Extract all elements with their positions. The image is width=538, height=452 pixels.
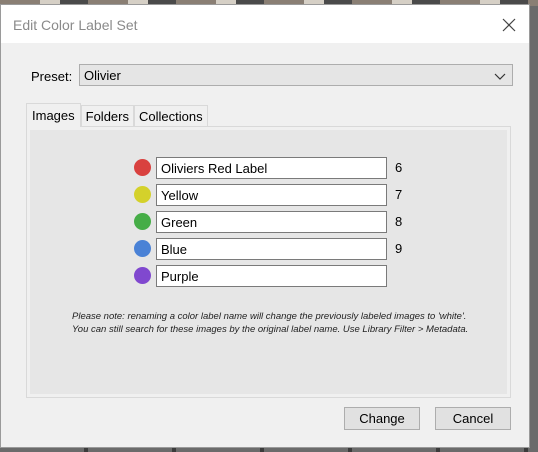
blue-shortcut: 9 (395, 241, 403, 256)
label-row-red: 6 (134, 157, 414, 179)
red-shortcut: 6 (395, 160, 403, 175)
label-row-yellow: 7 (134, 184, 414, 206)
close-button[interactable] (497, 13, 521, 37)
close-icon (502, 18, 516, 32)
red-label-name-field[interactable] (156, 157, 387, 179)
chevron-down-icon (494, 73, 506, 80)
change-button[interactable]: Change (344, 407, 420, 430)
label-row-green: 8 (134, 211, 414, 233)
tab-images[interactable]: Images (26, 103, 81, 127)
title-bar: Edit Color Label Set (1, 5, 529, 43)
cancel-button[interactable]: Cancel (435, 407, 511, 430)
green-dot-icon (134, 213, 151, 230)
green-shortcut: 8 (395, 214, 403, 229)
label-set-area: 6 7 8 9 Please note: (30, 130, 507, 394)
rename-note: Please note: renaming a color label name… (72, 311, 469, 335)
yellow-shortcut: 7 (395, 187, 403, 202)
tab-collections[interactable]: Collections (134, 105, 208, 127)
tab-bar: Images Folders Collections (26, 103, 208, 127)
purple-dot-icon (134, 267, 151, 284)
dialog-title: Edit Color Label Set (13, 17, 138, 33)
edit-color-label-dialog: Edit Color Label Set Preset: Olivier Ima… (0, 4, 530, 448)
yellow-dot-icon (134, 186, 151, 203)
preset-label: Preset: (31, 69, 73, 84)
tab-images-label: Images (32, 108, 75, 123)
blue-label-name-field[interactable] (156, 238, 387, 260)
images-tab-panel: 6 7 8 9 Please note: (26, 126, 511, 398)
red-dot-icon (134, 159, 151, 176)
tab-folders[interactable]: Folders (80, 105, 134, 127)
tab-folders-label: Folders (85, 109, 129, 124)
yellow-label-name-field[interactable] (156, 184, 387, 206)
label-row-purple (134, 265, 414, 287)
green-label-name-field[interactable] (156, 211, 387, 233)
label-row-blue: 9 (134, 238, 414, 260)
blue-dot-icon (134, 240, 151, 257)
preset-value: Olivier (84, 68, 121, 83)
purple-label-name-field[interactable] (156, 265, 387, 287)
preset-dropdown[interactable]: Olivier (79, 64, 513, 86)
tab-collections-label: Collections (139, 109, 203, 124)
